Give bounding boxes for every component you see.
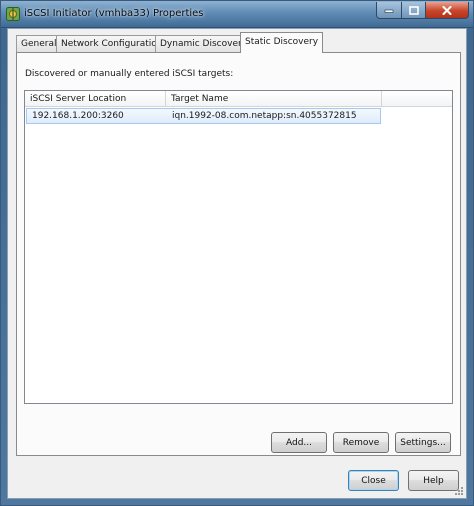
column-header-server-location[interactable]: iSCSI Server Location (25, 91, 166, 107)
dialog-client-area: General Network Configuration Dynamic Di… (7, 28, 467, 499)
tab-static-discovery[interactable]: Static Discovery (240, 32, 324, 53)
tab-label: Network Configuration (61, 39, 163, 49)
column-label: iSCSI Server Location (30, 94, 127, 104)
tab-label: General (21, 39, 57, 49)
maximize-button[interactable] (401, 2, 426, 19)
column-header-target-name[interactable]: Target Name (166, 91, 382, 107)
maximize-icon (408, 5, 419, 15)
help-button[interactable]: Help (408, 470, 459, 491)
tab-dynamic-discovery[interactable]: Dynamic Discovery (155, 35, 253, 52)
cell-server-location: 192.168.1.200:3260 (32, 111, 124, 121)
resize-grip-icon[interactable] (454, 486, 464, 496)
list-header: iSCSI Server Location Target Name (25, 91, 452, 107)
minimize-icon (384, 9, 394, 13)
tab-network-configuration[interactable]: Network Configuration (56, 35, 168, 52)
close-icon (442, 5, 452, 15)
settings-button[interactable]: Settings... (395, 432, 451, 453)
add-button[interactable]: Add... (271, 432, 327, 453)
title-bar[interactable]: iSCSI Initiator (vmhba33) Properties (1, 1, 473, 28)
static-discovery-panel: Discovered or manually entered iSCSI tar… (16, 52, 461, 456)
column-header-filler (382, 91, 452, 107)
iscsi-app-icon (6, 7, 20, 21)
tab-label: Dynamic Discovery (160, 39, 248, 49)
cell-target-name: iqn.1992-08.com.netapp:sn.4055372815 (172, 111, 357, 121)
close-button[interactable]: Close (348, 470, 399, 491)
properties-window: iSCSI Initiator (vmhba33) Properties Gen… (0, 0, 474, 506)
targets-list[interactable]: iSCSI Server Location Target Name 192.16… (24, 90, 453, 404)
window-title: iSCSI Initiator (vmhba33) Properties (24, 8, 204, 19)
close-window-button[interactable] (425, 2, 469, 19)
panel-description: Discovered or manually entered iSCSI tar… (25, 69, 234, 79)
column-label: Target Name (171, 94, 229, 104)
tab-label: Static Discovery (245, 37, 319, 47)
minimize-button[interactable] (376, 2, 402, 19)
remove-button[interactable]: Remove (333, 432, 389, 453)
table-row[interactable]: 192.168.1.200:3260 iqn.1992-08.com.netap… (26, 108, 381, 124)
tab-general[interactable]: General (16, 35, 62, 52)
